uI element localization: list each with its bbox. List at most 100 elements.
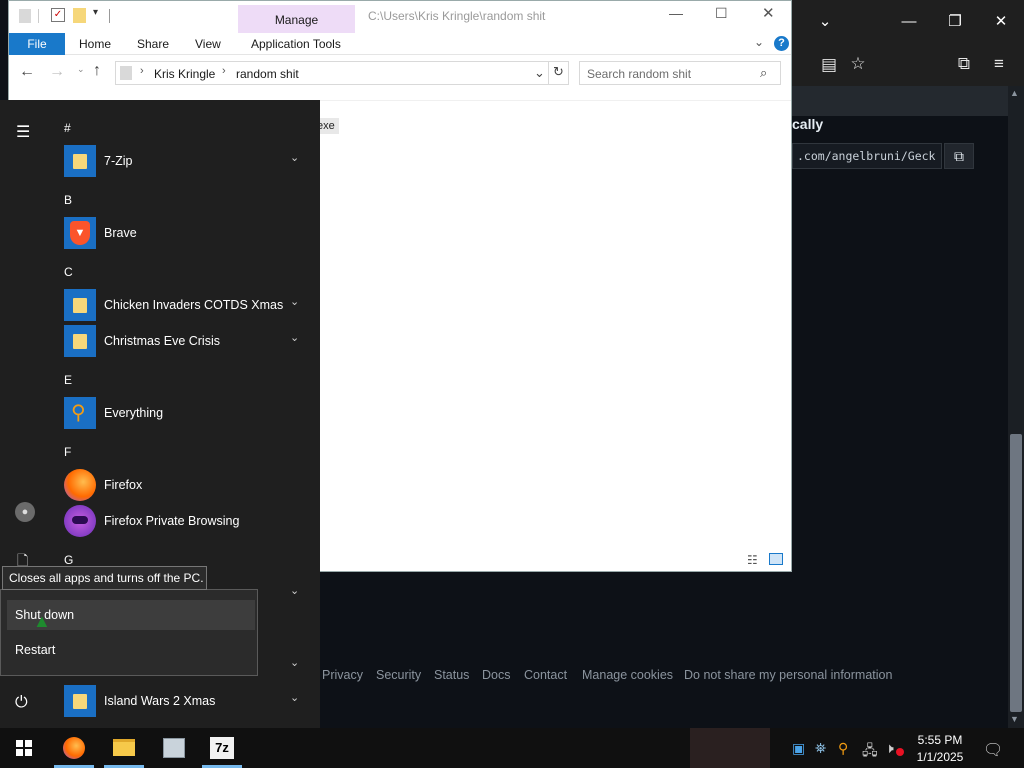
footer-link-contact[interactable]: Contact bbox=[524, 668, 567, 682]
app-7zip[interactable]: 7-Zip ⌄ bbox=[64, 145, 314, 179]
group-letter[interactable]: F bbox=[64, 445, 71, 459]
search-box[interactable]: Search random shit ⌕ bbox=[579, 61, 781, 85]
network-status-icon[interactable]: 🖧 bbox=[862, 740, 878, 764]
app-label: Island Wars 2 Xmas bbox=[104, 694, 216, 708]
firefox-icon bbox=[64, 469, 96, 501]
address-bar[interactable]: › Kris Kringle › random shit ⌄ ↻ bbox=[115, 61, 569, 85]
search-icon[interactable]: ⌕ bbox=[760, 65, 767, 81]
tab-list-chevron-icon[interactable]: ⌄ bbox=[802, 0, 848, 44]
close-button[interactable]: ✕ bbox=[978, 0, 1024, 44]
large-icons-view-icon[interactable] bbox=[769, 553, 783, 565]
menu-icon[interactable]: ≡ bbox=[984, 54, 1014, 74]
reader-view-icon[interactable]: ▤ bbox=[814, 55, 844, 75]
page-heading-fragment: cally bbox=[792, 116, 824, 132]
app-firefox-private[interactable]: Firefox Private Browsing bbox=[64, 505, 314, 539]
hamburger-menu-icon[interactable]: ☰ bbox=[16, 122, 30, 142]
app-label: Brave bbox=[104, 226, 137, 240]
power-icon[interactable]: ⏻ bbox=[15, 694, 28, 712]
app-island-wars[interactable]: Island Wars 2 Xmas ⌄ bbox=[64, 685, 314, 719]
footer-link-privacy[interactable]: Privacy bbox=[322, 668, 363, 682]
tab-file[interactable]: File bbox=[9, 33, 65, 55]
taskbar-network-app[interactable] bbox=[150, 728, 198, 768]
scroll-up-icon[interactable]: ▲ bbox=[1010, 88, 1019, 98]
chevron-down-icon[interactable]: ⌄ bbox=[290, 295, 299, 308]
forward-arrow-icon[interactable]: → bbox=[49, 63, 65, 81]
everything-tray-icon[interactable]: ⚲ bbox=[838, 740, 848, 757]
clock-date[interactable]: 1/1/2025 bbox=[912, 750, 968, 764]
footer-link-security[interactable]: Security bbox=[376, 668, 421, 682]
bookmark-star-icon[interactable]: ☆ bbox=[843, 54, 873, 74]
help-icon[interactable]: ? bbox=[774, 36, 789, 51]
firefox-private-icon bbox=[64, 505, 96, 537]
breadcrumb-separator-icon: › bbox=[222, 65, 226, 77]
expand-ribbon-icon[interactable]: ⌄ bbox=[754, 35, 764, 49]
volume-muted-icon[interactable]: 🕨 bbox=[885, 740, 894, 757]
folder-icon bbox=[73, 694, 87, 709]
chevron-down-icon[interactable]: ⌄ bbox=[290, 656, 299, 669]
properties-icon[interactable]: ✓ bbox=[51, 8, 65, 22]
ribbon-tabs bbox=[9, 33, 791, 55]
clock-time[interactable]: 5:55 PM bbox=[912, 733, 968, 747]
tab-share[interactable]: Share bbox=[137, 37, 169, 51]
taskbar-file-explorer[interactable] bbox=[100, 728, 148, 768]
minimize-button[interactable]: — bbox=[669, 5, 683, 21]
app-label: Christmas Eve Crisis bbox=[104, 334, 220, 348]
back-arrow-icon[interactable]: ← bbox=[19, 63, 35, 81]
user-avatar-icon[interactable]: ● bbox=[15, 502, 35, 522]
quick-access-chevron-icon[interactable]: ▾ bbox=[93, 7, 98, 18]
group-letter[interactable]: # bbox=[64, 121, 71, 135]
chevron-down-icon[interactable]: ⌄ bbox=[290, 584, 299, 597]
tab-application-tools[interactable]: Application Tools bbox=[251, 37, 341, 51]
restart-option[interactable]: Restart bbox=[7, 635, 255, 665]
start-button[interactable] bbox=[0, 728, 48, 768]
group-letter[interactable]: C bbox=[64, 265, 73, 279]
recent-locations-icon[interactable]: ⌄ bbox=[77, 64, 85, 75]
breadcrumb-random-shit[interactable]: random shit bbox=[236, 67, 299, 81]
app-everything[interactable]: ⚲ Everything bbox=[64, 397, 314, 431]
footer-link-do-not-share[interactable]: Do not share my personal information bbox=[684, 668, 892, 682]
notifications-icon[interactable]: 🗨 bbox=[983, 740, 1003, 760]
details-view-icon[interactable]: ☷ bbox=[747, 553, 758, 567]
new-folder-icon[interactable] bbox=[73, 8, 86, 23]
up-arrow-icon[interactable]: ↑ bbox=[93, 62, 101, 80]
app-firefox[interactable]: Firefox bbox=[64, 469, 314, 503]
refresh-icon[interactable]: ↻ bbox=[553, 64, 564, 80]
group-letter[interactable]: G bbox=[64, 553, 73, 567]
taskbar-7zip[interactable]: 7z bbox=[198, 728, 246, 768]
scrollbar-thumb[interactable] bbox=[1010, 434, 1022, 712]
explorer-titlebar: ✓ ▾ C:\Users\Kris Kringle\random shit — … bbox=[9, 1, 791, 33]
group-letter[interactable]: E bbox=[64, 373, 72, 387]
taskbar-wallpaper-fragment bbox=[690, 728, 770, 768]
folder-icon bbox=[73, 334, 87, 349]
scroll-down-icon[interactable]: ▼ bbox=[1010, 714, 1019, 724]
address-dropdown-icon[interactable]: ⌄ bbox=[534, 65, 545, 81]
chevron-down-icon[interactable]: ⌄ bbox=[290, 331, 299, 344]
chevron-down-icon[interactable]: ⌄ bbox=[290, 691, 299, 704]
breadcrumb-kris-kringle[interactable]: Kris Kringle bbox=[154, 67, 215, 81]
web-page-body: cally .com/angelbruni/Geck ⧉ bbox=[792, 116, 1024, 728]
minimize-button[interactable]: — bbox=[886, 0, 932, 44]
tab-view[interactable]: View bbox=[195, 37, 221, 51]
app-christmas-eve-crisis[interactable]: Christmas Eve Crisis ⌄ bbox=[64, 325, 314, 359]
maximize-button[interactable]: ☐ bbox=[715, 5, 728, 22]
tray-app-icon[interactable]: ▣ bbox=[792, 740, 805, 757]
footer-link-status[interactable]: Status bbox=[434, 668, 469, 682]
chevron-down-icon[interactable]: ⌄ bbox=[290, 151, 299, 164]
footer-link-docs[interactable]: Docs bbox=[482, 668, 510, 682]
group-letter[interactable]: B bbox=[64, 193, 72, 207]
clone-url-field[interactable]: .com/angelbruni/Geck bbox=[792, 143, 942, 169]
copy-icon[interactable]: ⧉ bbox=[944, 143, 974, 169]
app-brave[interactable]: ▼ Brave bbox=[64, 217, 314, 251]
tooltip: Closes all apps and turns off the PC. bbox=[2, 566, 207, 590]
tab-home[interactable]: Home bbox=[79, 37, 111, 51]
restore-button[interactable]: ❐ bbox=[932, 0, 978, 44]
page-header-strip bbox=[792, 86, 1024, 116]
footer-link-manage-cookies[interactable]: Manage cookies bbox=[582, 668, 673, 682]
breadcrumb-separator-icon: › bbox=[140, 65, 144, 77]
taskbar-firefox[interactable] bbox=[50, 728, 98, 768]
app-label: Firefox Private Browsing bbox=[104, 514, 240, 528]
close-button[interactable]: ✕ bbox=[762, 4, 775, 22]
tray-network-app-icon[interactable]: ⛯ bbox=[815, 740, 826, 757]
app-chicken-invaders[interactable]: Chicken Invaders COTDS Xmas ⌄ bbox=[64, 289, 314, 323]
extensions-icon[interactable]: ⧉ bbox=[949, 54, 979, 74]
